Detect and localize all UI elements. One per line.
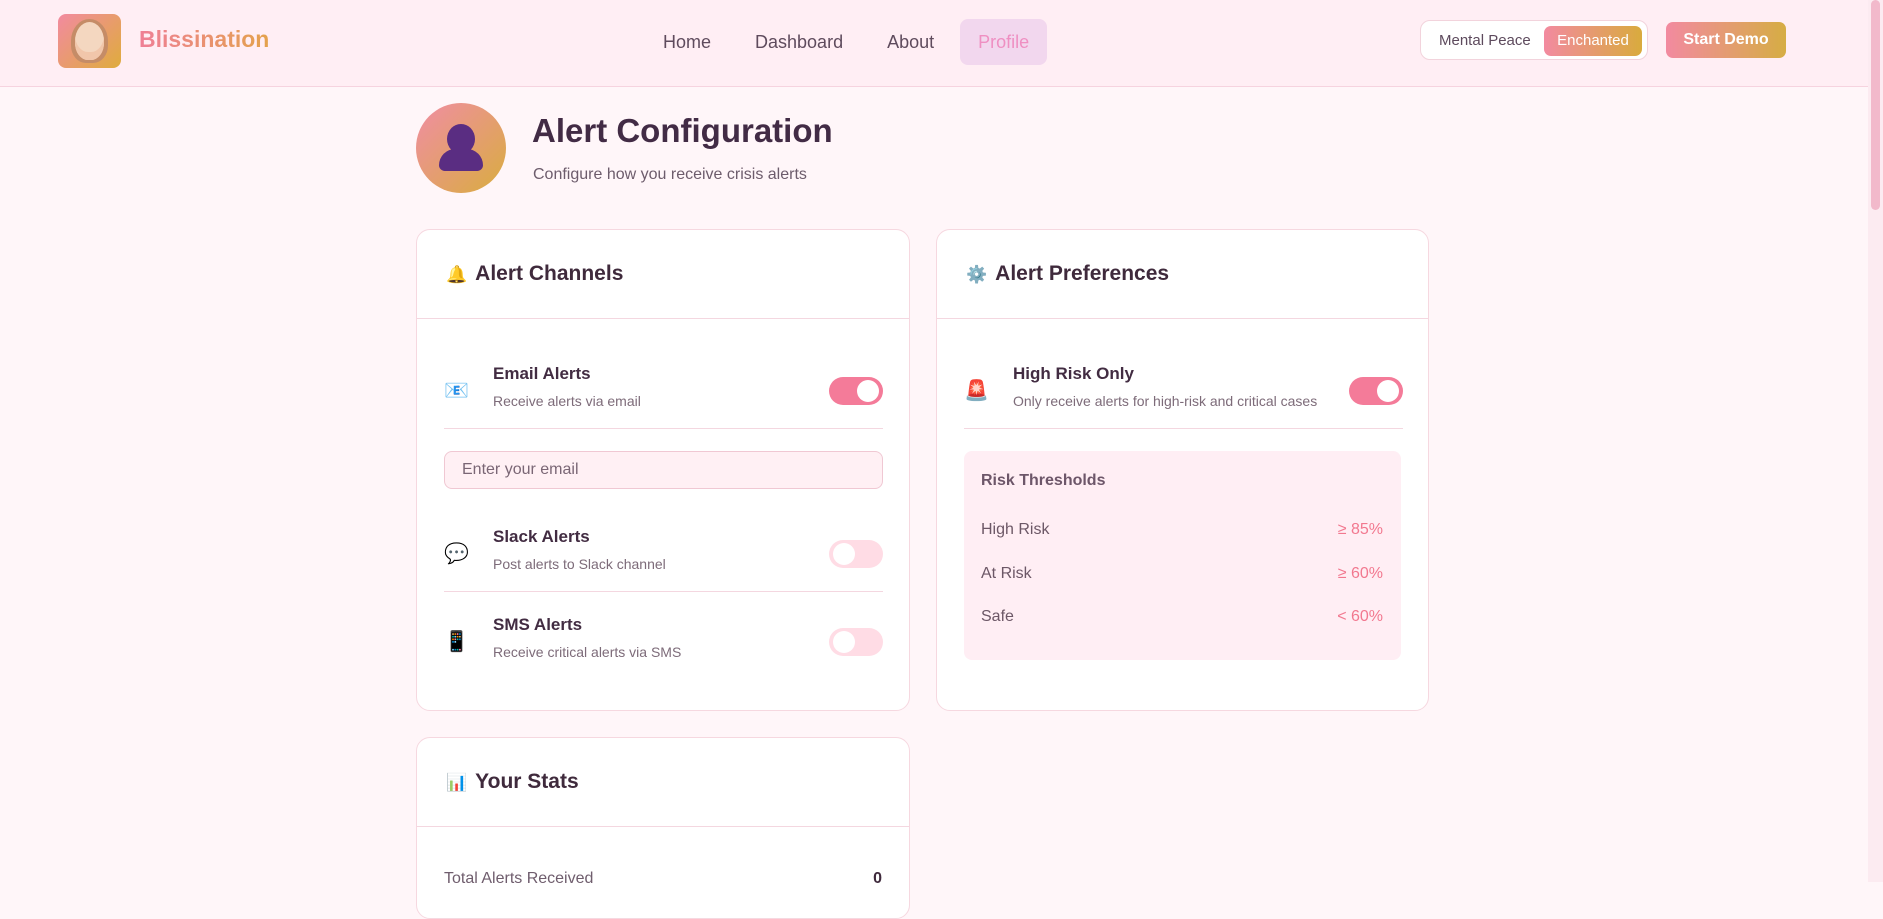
profile-avatar: [416, 103, 506, 193]
enchanted-theme[interactable]: Enchanted: [1544, 26, 1642, 56]
risk-thresholds-panel: Risk Thresholds High Risk ≥ 85% At Risk …: [964, 451, 1401, 660]
bell-icon: 🔔: [446, 265, 468, 285]
risk-thresholds-title: Risk Thresholds: [981, 472, 1106, 489]
scrollbar-thumb[interactable]: [1871, 0, 1880, 210]
siren-icon: 🚨: [964, 378, 989, 402]
gear-icon: ⚙️: [966, 265, 988, 285]
nav-dashboard[interactable]: Dashboard: [737, 19, 861, 65]
page-subtitle: Configure how you receive crisis alerts: [533, 166, 807, 183]
sms-alerts-row: 📱 SMS Alerts Receive critical alerts via…: [444, 605, 883, 679]
alert-preferences-title: ⚙️ Alert Preferences: [966, 262, 1169, 286]
alert-channels-title-text: Alert Channels: [475, 262, 624, 285]
toggle-knob: [857, 380, 879, 402]
theme-switcher[interactable]: Mental Peace Enchanted: [1420, 20, 1648, 60]
slack-alerts-toggle[interactable]: [829, 540, 883, 568]
alert-channels-title: 🔔 Alert Channels: [446, 262, 623, 286]
at-risk-value: ≥ 60%: [1337, 565, 1383, 582]
high-risk-label: High Risk: [981, 521, 1050, 538]
safe-value: < 60%: [1337, 608, 1383, 625]
top-navigation-bar: Blissination Home Dashboard About Profil…: [0, 0, 1883, 87]
page-title: Alert Configuration: [532, 112, 833, 149]
vertical-scrollbar[interactable]: [1868, 0, 1883, 882]
safe-label: Safe: [981, 608, 1014, 625]
high-risk-only-row: 🚨 High Risk Only Only receive alerts for…: [964, 354, 1403, 429]
your-stats-title-text: Your Stats: [475, 770, 579, 793]
avatar-body: [439, 149, 483, 171]
high-risk-threshold-row: High Risk ≥ 85%: [981, 521, 1383, 545]
phone-icon: 📱: [444, 629, 469, 653]
email-alerts-description: Receive alerts via email: [493, 393, 641, 409]
chat-icon: 💬: [444, 541, 469, 565]
your-stats-header: 📊 Your Stats: [417, 738, 909, 827]
toggle-knob: [833, 543, 855, 565]
your-stats-card: 📊 Your Stats Total Alerts Received 0: [416, 737, 910, 919]
your-stats-title: 📊 Your Stats: [446, 770, 579, 794]
main-navigation: Home Dashboard About Profile: [645, 19, 1055, 65]
total-alerts-label: Total Alerts Received: [444, 870, 594, 887]
slack-alerts-row: 💬 Slack Alerts Post alerts to Slack chan…: [444, 517, 883, 592]
sms-alerts-description: Receive critical alerts via SMS: [493, 644, 682, 660]
at-risk-threshold-row: At Risk ≥ 60%: [981, 565, 1383, 589]
high-risk-only-title: High Risk Only: [1013, 364, 1134, 383]
mental-peace-theme[interactable]: Mental Peace: [1439, 32, 1531, 49]
brand-name[interactable]: Blissination: [139, 26, 269, 53]
high-risk-only-toggle[interactable]: [1349, 377, 1403, 405]
slack-alerts-title: Slack Alerts: [493, 527, 590, 546]
alert-preferences-title-text: Alert Preferences: [995, 262, 1170, 285]
toggle-knob: [1377, 380, 1399, 402]
toggle-knob: [833, 631, 855, 653]
email-alerts-title: Email Alerts: [493, 364, 591, 383]
email-icon: 📧: [444, 378, 469, 402]
email-alerts-toggle[interactable]: [829, 377, 883, 405]
at-risk-label: At Risk: [981, 565, 1032, 582]
alert-preferences-card: ⚙️ Alert Preferences 🚨 High Risk Only Onl…: [936, 229, 1429, 711]
start-demo-button[interactable]: Start Demo: [1666, 22, 1786, 58]
alert-preferences-header: ⚙️ Alert Preferences: [937, 230, 1428, 319]
slack-alerts-description: Post alerts to Slack channel: [493, 556, 666, 572]
chart-icon: 📊: [446, 773, 468, 793]
total-alerts-value: 0: [873, 870, 882, 887]
nav-home[interactable]: Home: [645, 19, 729, 65]
high-risk-value: ≥ 85%: [1337, 521, 1383, 538]
email-input[interactable]: [444, 451, 883, 489]
alert-channels-card: 🔔 Alert Channels 📧 Email Alerts Receive a…: [416, 229, 910, 711]
nav-about[interactable]: About: [869, 19, 952, 65]
brand-logo[interactable]: [58, 14, 121, 68]
safe-threshold-row: Safe < 60%: [981, 608, 1383, 632]
alert-channels-header: 🔔 Alert Channels: [417, 230, 909, 319]
high-risk-only-description: Only receive alerts for high-risk and cr…: [1013, 393, 1318, 409]
sms-alerts-toggle[interactable]: [829, 628, 883, 656]
nav-profile[interactable]: Profile: [960, 19, 1048, 65]
sms-alerts-title: SMS Alerts: [493, 615, 583, 634]
logo-face: [75, 22, 104, 60]
email-alerts-row: 📧 Email Alerts Receive alerts via email: [444, 354, 883, 429]
